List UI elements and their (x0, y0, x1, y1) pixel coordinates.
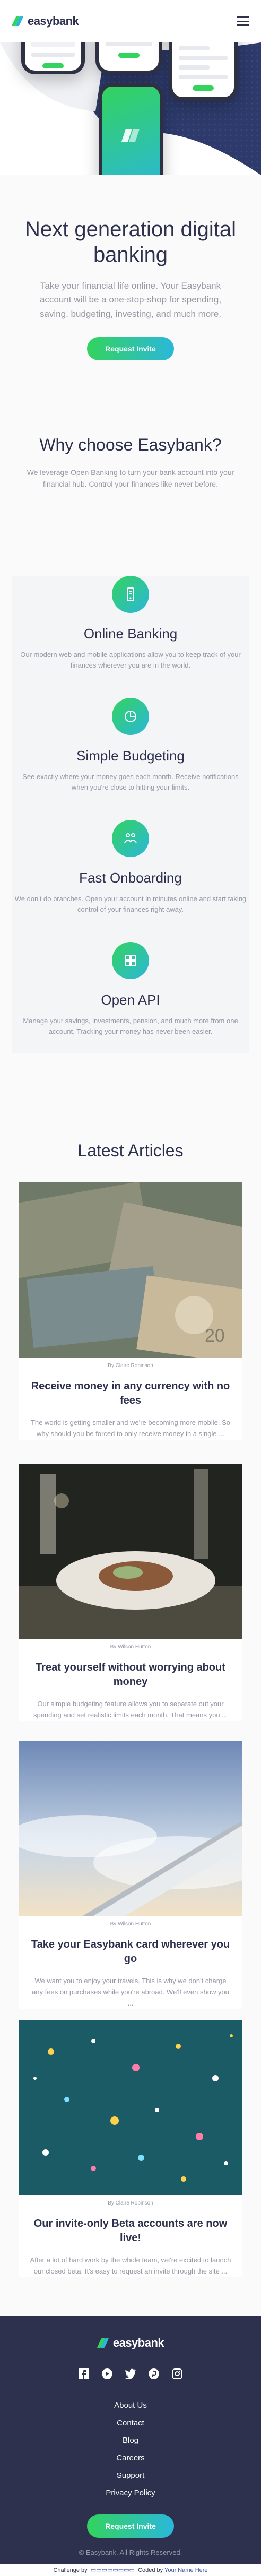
feature-simple-budgeting: Simple Budgeting See exactly where your … (12, 698, 249, 793)
footer-links: About Us Contact Blog Careers Support Pr… (0, 2397, 261, 2502)
article-title[interactable]: Treat yourself without worrying about mo… (19, 1661, 242, 1689)
brand-name: easybank (112, 2336, 164, 2349)
onboarding-icon (112, 820, 149, 857)
hero-description: Take your financial life online. Your Ea… (39, 281, 222, 319)
feature-description: Our modern web and mobile applications a… (20, 651, 241, 670)
footer-link-contact[interactable]: Contact (0, 2414, 261, 2432)
article-excerpt: After a lot of hard work by the whole te… (30, 2256, 231, 2275)
why-title: Why choose Easybank? (39, 435, 222, 454)
hero-section: Next generation digital banking Take you… (0, 217, 261, 361)
article-title[interactable]: Take your Easybank card wherever you go (19, 1938, 242, 1966)
attribution-author-link[interactable]: Your Name Here (164, 2567, 208, 2573)
articles-title: Latest Articles (77, 1141, 184, 1160)
feature-description: Manage your savings, investments, pensio… (23, 1017, 238, 1036)
footer-link-about-us[interactable]: About Us (0, 2397, 261, 2414)
article-excerpt: The world is getting smaller and we're b… (30, 1419, 231, 1438)
article-excerpt: Our simple budgeting feature allows you … (33, 1700, 228, 1719)
feature-title: Fast Onboarding (79, 870, 182, 886)
logo-mark-icon (11, 15, 24, 27)
pinterest-icon[interactable] (148, 2368, 160, 2380)
feature-title: Open API (101, 992, 160, 1008)
feature-description: We don't do branches. Open your account … (14, 895, 247, 914)
request-invite-button[interactable]: Request Invite (87, 337, 174, 361)
why-section-header: Why choose Easybank? We leverage Open Ba… (0, 435, 261, 490)
brand-logo[interactable]: easybank (11, 14, 79, 28)
attribution-mid: Coded by (138, 2567, 163, 2573)
attribution-prefix: Challenge by (53, 2567, 88, 2573)
twitter-icon[interactable] (125, 2368, 136, 2380)
footer-logo[interactable]: easybank (0, 2316, 261, 2350)
facebook-icon[interactable] (78, 2368, 90, 2380)
online-banking-icon (112, 576, 149, 613)
brand-name: easybank (28, 14, 79, 28)
copyright: © Easybank. All Rights Reserved. (79, 2548, 182, 2556)
svg-text:20: 20 (205, 1326, 225, 1346)
hamburger-icon-bar (237, 24, 249, 26)
hamburger-icon-bar (237, 20, 249, 22)
social-links (0, 2368, 261, 2380)
feature-fast-onboarding: Fast Onboarding We don't do branches. Op… (12, 820, 249, 915)
hero-title: Next generation digital banking (24, 218, 237, 266)
footer-request-invite-button[interactable]: Request Invite (87, 2514, 174, 2538)
feature-online-banking: Online Banking Our modern web and mobile… (12, 576, 249, 671)
article-title[interactable]: Receive money in any currency with no fe… (19, 1379, 242, 1408)
feature-title: Simple Budgeting (76, 748, 185, 764)
logo-mark-icon (97, 2337, 109, 2349)
feature-title: Online Banking (83, 626, 178, 642)
article-card[interactable]: By Wilson Hutton Treat yourself without … (19, 1464, 242, 1721)
article-author: By Wilson Hutton (110, 1644, 151, 1650)
article-title[interactable]: Our invite-only Beta accounts are now li… (19, 2217, 242, 2245)
attribution-link-frontend-mentor[interactable]: ▭▭▭▭▭▭▭▭ (89, 2567, 136, 2573)
article-card[interactable]: By Wilson Hutton Take your Easybank card… (19, 1741, 242, 2009)
footer-link-support[interactable]: Support (0, 2467, 261, 2484)
article-image-restaurant (19, 1464, 242, 1639)
article-card[interactable]: By Claire Robinson Our invite-only Beta … (19, 2020, 242, 2277)
footer: easybank About Us Contact Blog Careers S… (0, 2316, 261, 2576)
instagram-icon[interactable] (171, 2368, 183, 2380)
article-image-currency: 20 (19, 1182, 242, 1358)
footer-link-blog[interactable]: Blog (0, 2432, 261, 2449)
hamburger-menu-button[interactable] (237, 16, 249, 26)
page: easybank Next generation digital banking… (0, 0, 261, 2576)
article-author: By Claire Robinson (108, 2200, 153, 2206)
article-excerpt: We want you to enjoy your travels. This … (32, 1977, 229, 2007)
hamburger-icon (237, 16, 249, 18)
article-image-plane-wing (19, 1741, 242, 1916)
feature-open-api: Open API Manage your savings, investment… (12, 942, 249, 1037)
footer-link-privacy-policy[interactable]: Privacy Policy (0, 2484, 261, 2502)
api-icon (112, 942, 149, 979)
article-card[interactable]: 20 By Claire Robinson Receive money in a… (19, 1182, 242, 1440)
why-description: We leverage Open Banking to turn your ba… (27, 468, 234, 489)
feature-description: See exactly where your money goes each m… (22, 773, 239, 792)
youtube-icon[interactable] (101, 2368, 113, 2380)
app-logo-icon (121, 129, 140, 142)
attribution: Challenge by ▭▭▭▭▭▭▭▭ Coded by Your Name… (0, 2564, 261, 2576)
features-list: Online Banking Our modern web and mobile… (12, 576, 249, 1053)
top-navbar: easybank (0, 0, 261, 42)
article-image-confetti (19, 2020, 242, 2195)
budgeting-icon (112, 698, 149, 735)
article-author: By Wilson Hutton (110, 1921, 151, 1927)
article-author: By Claire Robinson (108, 1363, 153, 1369)
phone-mockup-front (99, 83, 163, 175)
footer-link-careers[interactable]: Careers (0, 2449, 261, 2467)
